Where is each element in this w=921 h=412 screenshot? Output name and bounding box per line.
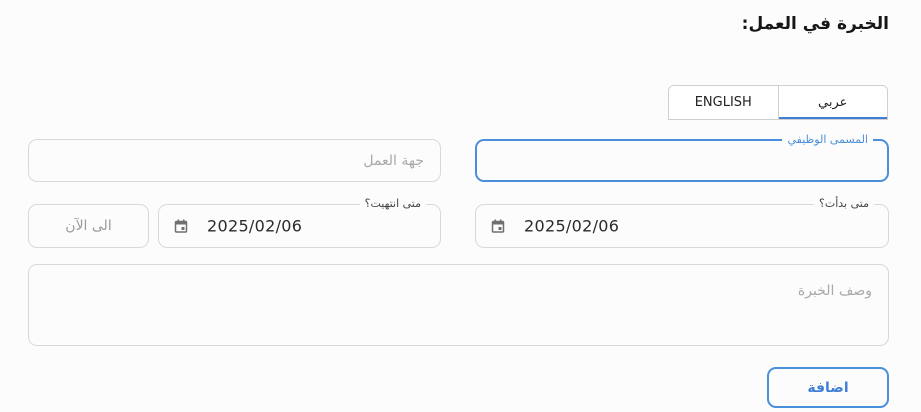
calendar-icon[interactable] bbox=[174, 219, 188, 233]
employer-placeholder: جهة العمل bbox=[363, 152, 424, 169]
section-title: الخبرة في العمل: bbox=[741, 14, 889, 34]
tab-english[interactable]: ENGLISH bbox=[669, 86, 778, 119]
end-date-label: متى انتهيت؟ bbox=[359, 197, 426, 211]
tab-arabic[interactable]: عربي bbox=[777, 86, 887, 119]
calendar-icon[interactable] bbox=[491, 219, 505, 233]
language-toggle: ENGLISH عربي bbox=[668, 85, 888, 120]
employer-field[interactable]: جهة العمل bbox=[28, 139, 441, 182]
job-title-field[interactable]: المسمى الوظيفي bbox=[475, 133, 889, 182]
start-date-field[interactable]: متى بدأت؟ 2025/02/06 bbox=[475, 197, 889, 248]
start-date-label: متى بدأت؟ bbox=[814, 197, 874, 211]
end-date-value: 2025/02/06 bbox=[207, 216, 303, 236]
description-field[interactable]: وصف الخبرة bbox=[28, 264, 889, 346]
end-date-field[interactable]: متى انتهيت؟ 2025/02/06 bbox=[158, 197, 441, 248]
job-title-label: المسمى الوظيفي bbox=[782, 133, 873, 147]
present-button[interactable]: الى الآن bbox=[28, 204, 149, 248]
description-placeholder: وصف الخبرة bbox=[797, 283, 872, 299]
add-button[interactable]: اضافة bbox=[767, 367, 889, 408]
start-date-value: 2025/02/06 bbox=[524, 216, 620, 236]
